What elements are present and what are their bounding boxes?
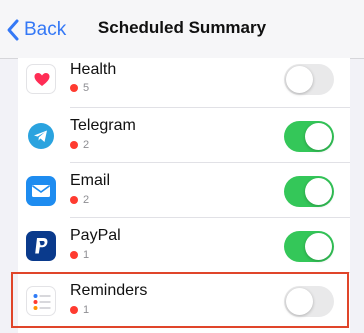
reminders-toggle[interactable] bbox=[284, 286, 334, 317]
app-name: Telegram bbox=[70, 117, 136, 134]
row-divider bbox=[70, 272, 350, 273]
row-divider bbox=[70, 107, 350, 108]
row-divider bbox=[70, 217, 350, 218]
list-item-reminders[interactable]: Reminders 1 bbox=[18, 274, 350, 328]
health-toggle[interactable] bbox=[284, 64, 334, 95]
list-item-paypal[interactable]: PayPal 1 bbox=[18, 219, 350, 273]
count-value: 2 bbox=[83, 139, 90, 151]
notification-count: 1 bbox=[70, 304, 89, 316]
badge-dot bbox=[70, 306, 78, 314]
mail-icon bbox=[26, 176, 56, 206]
paypal-icon bbox=[26, 231, 56, 261]
page-title: Scheduled Summary bbox=[97, 18, 267, 37]
notification-count: 1 bbox=[70, 249, 89, 261]
count-value: 5 bbox=[83, 82, 90, 94]
list-item-email[interactable]: Email 2 bbox=[18, 164, 350, 218]
list-item-health[interactable]: Health 5 bbox=[18, 54, 350, 108]
badge-dot bbox=[70, 84, 78, 92]
navigation-bar: Back Scheduled Summary bbox=[0, 0, 364, 59]
health-heart-icon bbox=[26, 64, 56, 94]
toggle-knob bbox=[286, 66, 313, 93]
app-name: Health bbox=[70, 61, 117, 78]
toggle-knob bbox=[305, 123, 332, 150]
reminders-icon bbox=[26, 286, 56, 316]
notification-count: 2 bbox=[70, 194, 89, 206]
email-toggle[interactable] bbox=[284, 176, 334, 207]
app-list: Health 5 Telegram 2 Email 2 PayPal 1 Rem… bbox=[18, 58, 350, 333]
badge-dot bbox=[70, 141, 78, 149]
toggle-knob bbox=[305, 233, 332, 260]
count-value: 2 bbox=[83, 194, 90, 206]
app-name: Reminders bbox=[70, 282, 148, 299]
toggle-knob bbox=[286, 288, 313, 315]
count-value: 1 bbox=[83, 304, 90, 316]
count-value: 1 bbox=[83, 249, 90, 261]
badge-dot bbox=[70, 196, 78, 204]
toggle-knob bbox=[305, 178, 332, 205]
notification-count: 2 bbox=[70, 139, 89, 151]
app-name: Email bbox=[70, 172, 111, 189]
list-item-telegram[interactable]: Telegram 2 bbox=[18, 109, 350, 163]
paypal-toggle[interactable] bbox=[284, 231, 334, 262]
telegram-toggle[interactable] bbox=[284, 121, 334, 152]
row-divider bbox=[70, 162, 350, 163]
app-name: PayPal bbox=[70, 227, 121, 244]
notification-count: 5 bbox=[70, 82, 89, 94]
scheduled-summary-screen: Back Scheduled Summary Health 5 Telegram… bbox=[0, 0, 364, 333]
telegram-icon bbox=[26, 121, 56, 151]
badge-dot bbox=[70, 251, 78, 259]
